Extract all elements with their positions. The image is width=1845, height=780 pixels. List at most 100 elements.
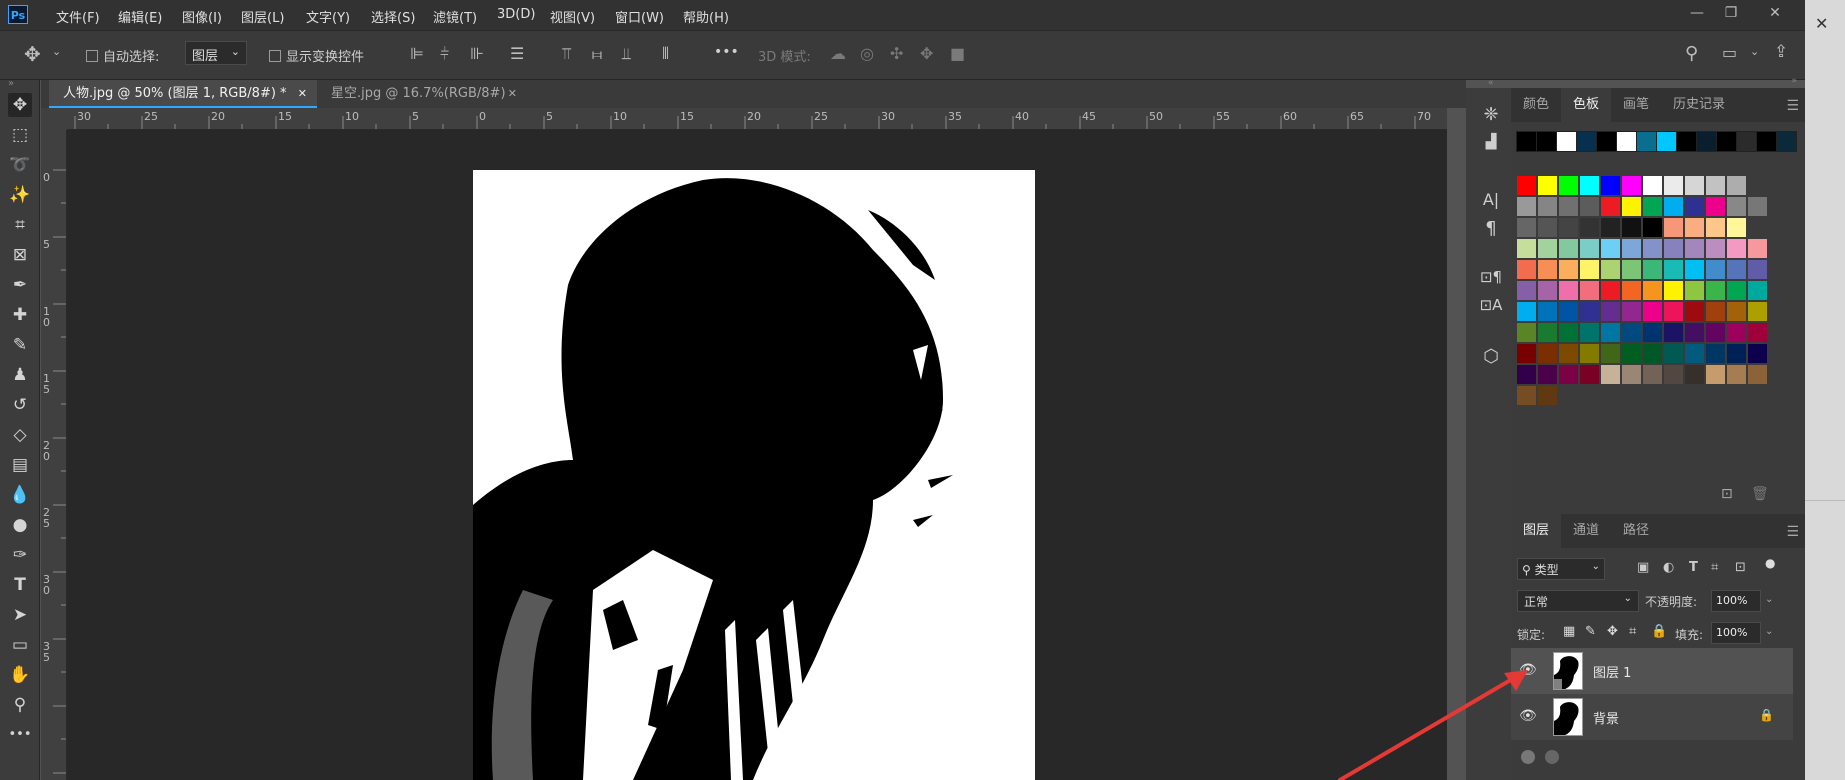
hand-tool-icon[interactable]: ✋ <box>8 663 32 687</box>
color-swatch[interactable] <box>1727 302 1746 321</box>
lock-position-icon[interactable]: ✥ <box>1607 624 1618 639</box>
color-swatch[interactable] <box>1517 197 1536 216</box>
color-swatch[interactable] <box>1601 260 1620 279</box>
color-swatch[interactable] <box>1622 302 1641 321</box>
blur-tool-icon[interactable]: 💧 <box>8 483 32 507</box>
lock-artboard-icon[interactable]: ⌗ <box>1629 624 1636 639</box>
path-selection-tool-icon[interactable]: ➤ <box>8 603 32 627</box>
layer-row-layer1[interactable]: 👁 图层 1 <box>1511 648 1793 694</box>
gradient-tool-icon[interactable]: ▤ <box>8 453 32 477</box>
shape-filter-icon[interactable]: ⌗ <box>1711 560 1718 575</box>
histogram-icon[interactable]: ▟ <box>1478 134 1504 158</box>
zoom-tool-icon[interactable]: ⚲ <box>8 693 32 717</box>
color-swatch[interactable] <box>1538 197 1557 216</box>
color-swatch[interactable] <box>1559 365 1578 384</box>
color-swatch[interactable] <box>1706 197 1725 216</box>
color-swatch[interactable] <box>1601 344 1620 363</box>
3d-cube-icon[interactable]: ⬡ <box>1478 346 1504 370</box>
color-swatch[interactable] <box>1538 344 1557 363</box>
tab-starry-jpg[interactable]: 星空.jpg @ 16.7%(RGB/8#) ✕ <box>317 80 527 108</box>
color-swatch[interactable] <box>1685 197 1704 216</box>
color-swatch[interactable] <box>1622 281 1641 300</box>
color-swatch[interactable] <box>1601 365 1620 384</box>
color-swatch[interactable] <box>1517 218 1536 237</box>
color-swatch[interactable] <box>1748 281 1767 300</box>
character-styles-icon[interactable]: ⊡A <box>1478 296 1504 320</box>
color-swatch[interactable] <box>1517 281 1536 300</box>
menu-3d[interactable]: 3D(D) <box>497 7 535 22</box>
lasso-tool-icon[interactable]: ➰ <box>8 153 32 177</box>
tab-channels[interactable]: 通道 <box>1561 514 1611 548</box>
eyedropper-tool-icon[interactable]: ✒ <box>8 273 32 297</box>
type-filter-icon[interactable]: T <box>1689 560 1698 575</box>
color-swatch[interactable] <box>1580 197 1599 216</box>
new-swatch-icon[interactable]: ⊡ <box>1721 486 1733 502</box>
color-swatch[interactable] <box>1580 239 1599 258</box>
close-button[interactable]: ✕ <box>1758 2 1792 24</box>
align-bottom-icon[interactable]: ⫫ <box>622 44 631 64</box>
recent-swatch[interactable] <box>1676 131 1697 152</box>
color-swatch[interactable] <box>1580 365 1599 384</box>
color-swatch[interactable] <box>1622 344 1641 363</box>
lock-brush-icon[interactable]: ✎ <box>1585 624 1596 639</box>
tab-layers[interactable]: 图层 <box>1511 514 1562 548</box>
history-brush-tool-icon[interactable]: ↺ <box>8 393 32 417</box>
color-swatch[interactable] <box>1580 218 1599 237</box>
recent-swatch[interactable] <box>1576 131 1597 152</box>
blend-mode-dropdown[interactable]: 正常 ⌄ <box>1517 590 1639 612</box>
color-swatch[interactable] <box>1622 365 1641 384</box>
align-center-icon[interactable]: ⫩ <box>440 44 449 64</box>
tab-brushes[interactable]: 画笔 <box>1611 88 1661 122</box>
color-swatch[interactable] <box>1580 302 1599 321</box>
layer-dropdown[interactable]: 图层 ⌄ <box>185 41 247 65</box>
chevron-down-icon[interactable]: ⌄ <box>1765 626 1773 637</box>
color-swatch[interactable] <box>1601 197 1620 216</box>
color-swatch[interactable] <box>1622 176 1641 195</box>
recent-swatch[interactable] <box>1756 131 1777 152</box>
color-swatch[interactable] <box>1559 323 1578 342</box>
color-swatch[interactable] <box>1517 260 1536 279</box>
color-swatch[interactable] <box>1664 176 1683 195</box>
color-swatch[interactable] <box>1643 218 1662 237</box>
color-swatch[interactable] <box>1664 260 1683 279</box>
trash-icon[interactable]: 🗑 <box>1751 486 1769 502</box>
color-swatch[interactable] <box>1517 176 1536 195</box>
color-swatch[interactable] <box>1601 302 1620 321</box>
color-swatch[interactable] <box>1559 176 1578 195</box>
lock-transparent-icon[interactable]: ▦ <box>1563 624 1575 639</box>
tab-paths[interactable]: 路径 <box>1611 514 1661 548</box>
auto-select-option[interactable]: 自动选择: <box>86 46 159 65</box>
color-swatch[interactable] <box>1559 239 1578 258</box>
crop-tool-icon[interactable]: ⌗ <box>8 213 32 237</box>
adjustment-filter-icon[interactable]: ◐ <box>1663 560 1674 575</box>
recent-swatch[interactable] <box>1596 131 1617 152</box>
color-swatch[interactable] <box>1601 281 1620 300</box>
collapse-icon[interactable]: » <box>8 78 14 89</box>
move-tool-icon[interactable]: ✥ <box>24 42 41 66</box>
color-swatch[interactable] <box>1538 281 1557 300</box>
share-icon[interactable]: ⇪ <box>1774 42 1788 62</box>
color-swatch[interactable] <box>1685 176 1704 195</box>
recent-swatch[interactable] <box>1776 131 1797 152</box>
panel-menu-icon[interactable]: ☰ <box>1786 524 1799 540</box>
align-top-icon[interactable]: ⫪ <box>562 44 571 64</box>
color-swatch[interactable] <box>1727 323 1746 342</box>
close-icon[interactable]: ✕ <box>508 80 517 108</box>
menu-type[interactable]: 文字(Y) <box>306 7 350 26</box>
type-tool-icon[interactable]: T <box>8 573 32 597</box>
color-swatch[interactable] <box>1748 365 1767 384</box>
distribute-icon[interactable]: ☰ <box>510 44 524 63</box>
dodge-tool-icon[interactable]: ● <box>8 513 32 537</box>
document-image[interactable] <box>473 170 1035 780</box>
color-swatch[interactable] <box>1643 344 1662 363</box>
menu-help[interactable]: 帮助(H) <box>683 7 729 26</box>
recent-swatch[interactable] <box>1636 131 1657 152</box>
show-transform-option[interactable]: 显示变换控件 <box>269 46 364 65</box>
menu-file[interactable]: 文件(F) <box>56 7 100 26</box>
color-swatch[interactable] <box>1601 239 1620 258</box>
tab-swatches[interactable]: 色板 <box>1561 88 1612 122</box>
color-swatch[interactable] <box>1727 197 1746 216</box>
color-swatch[interactable] <box>1748 344 1767 363</box>
lock-all-icon[interactable]: 🔒 <box>1651 624 1667 639</box>
color-swatch[interactable] <box>1559 260 1578 279</box>
